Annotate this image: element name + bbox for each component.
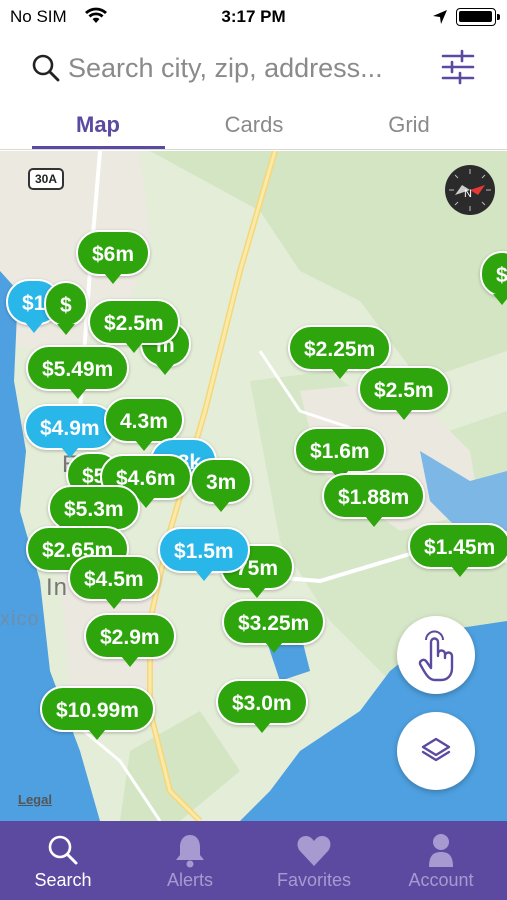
price-pin[interactable]: $2.25m <box>288 325 392 379</box>
price-pin[interactable]: $3.0m <box>216 679 308 733</box>
active-tab-indicator <box>32 146 165 149</box>
location-arrow-icon <box>433 10 447 24</box>
price-pin[interactable]: $ <box>44 281 88 335</box>
nav-label: Search <box>34 870 92 890</box>
search-icon <box>48 835 78 865</box>
hand-pointer-icon <box>418 630 454 682</box>
layers-icon <box>421 737 451 762</box>
price-pin[interactable]: $4.9m <box>24 404 116 458</box>
map-layers-button[interactable] <box>397 712 475 790</box>
nav-label: Account <box>408 870 474 890</box>
view-tabs: Map Cards Grid <box>0 100 507 150</box>
price-pin[interactable]: $1.88m <box>322 473 426 527</box>
price-pin[interactable]: $2.9m <box>84 613 176 667</box>
nav-label: Alerts <box>166 870 213 890</box>
price-pin[interactable]: $6m <box>76 230 151 284</box>
price-pin[interactable]: $10.99m <box>40 686 155 740</box>
price-pin[interactable]: $2.5m <box>88 299 180 353</box>
water-label: xico <box>0 608 40 630</box>
heart-icon <box>297 836 331 866</box>
map-view[interactable]: 30A xico In E N $6m $1 $ m $2.5m $5.49m … <box>0 151 507 821</box>
search-input[interactable] <box>68 50 428 86</box>
tab-map[interactable]: Map <box>28 112 168 138</box>
bottom-nav: Search Alerts Favorites Account <box>0 821 507 900</box>
person-icon <box>429 834 453 867</box>
price-pin[interactable]: $4.5m <box>68 555 160 609</box>
battery-icon <box>456 8 500 26</box>
town-label: In <box>46 574 69 601</box>
price-pin[interactable]: $1.5m <box>158 527 250 581</box>
nav-alerts[interactable]: Alerts <box>127 821 253 900</box>
search-icon <box>32 54 60 82</box>
road-shield: 30A <box>28 168 64 190</box>
nav-favorites[interactable]: Favorites <box>251 821 377 900</box>
filter-sliders-icon[interactable] <box>440 48 476 86</box>
price-pin[interactable]: $1.6m <box>294 427 386 481</box>
price-pin[interactable]: $3.25m <box>222 599 326 653</box>
compass-icon[interactable]: N <box>445 165 495 215</box>
legal-link[interactable]: Legal <box>18 792 52 807</box>
nav-search[interactable]: Search <box>0 821 126 900</box>
tab-cards[interactable]: Cards <box>184 112 324 138</box>
price-pin[interactable]: 4.3m <box>104 397 184 451</box>
svg-text:N: N <box>464 188 472 200</box>
clock: 3:17 PM <box>221 7 286 26</box>
nav-account[interactable]: Account <box>378 821 504 900</box>
price-pin[interactable]: 3m <box>190 458 253 512</box>
search-bar <box>0 34 507 100</box>
status-bar: No SIM 3:17 PM <box>0 0 507 34</box>
price-pin[interactable]: $5.3m <box>48 485 140 539</box>
nav-label: Favorites <box>276 870 352 890</box>
price-pin[interactable]: $1.45m <box>408 523 507 577</box>
tab-grid[interactable]: Grid <box>339 112 479 138</box>
draw-area-button[interactable] <box>397 616 475 694</box>
bell-icon <box>176 835 204 868</box>
price-pin[interactable]: $5.49m <box>26 345 130 399</box>
price-pin[interactable]: $2.5m <box>358 366 450 420</box>
